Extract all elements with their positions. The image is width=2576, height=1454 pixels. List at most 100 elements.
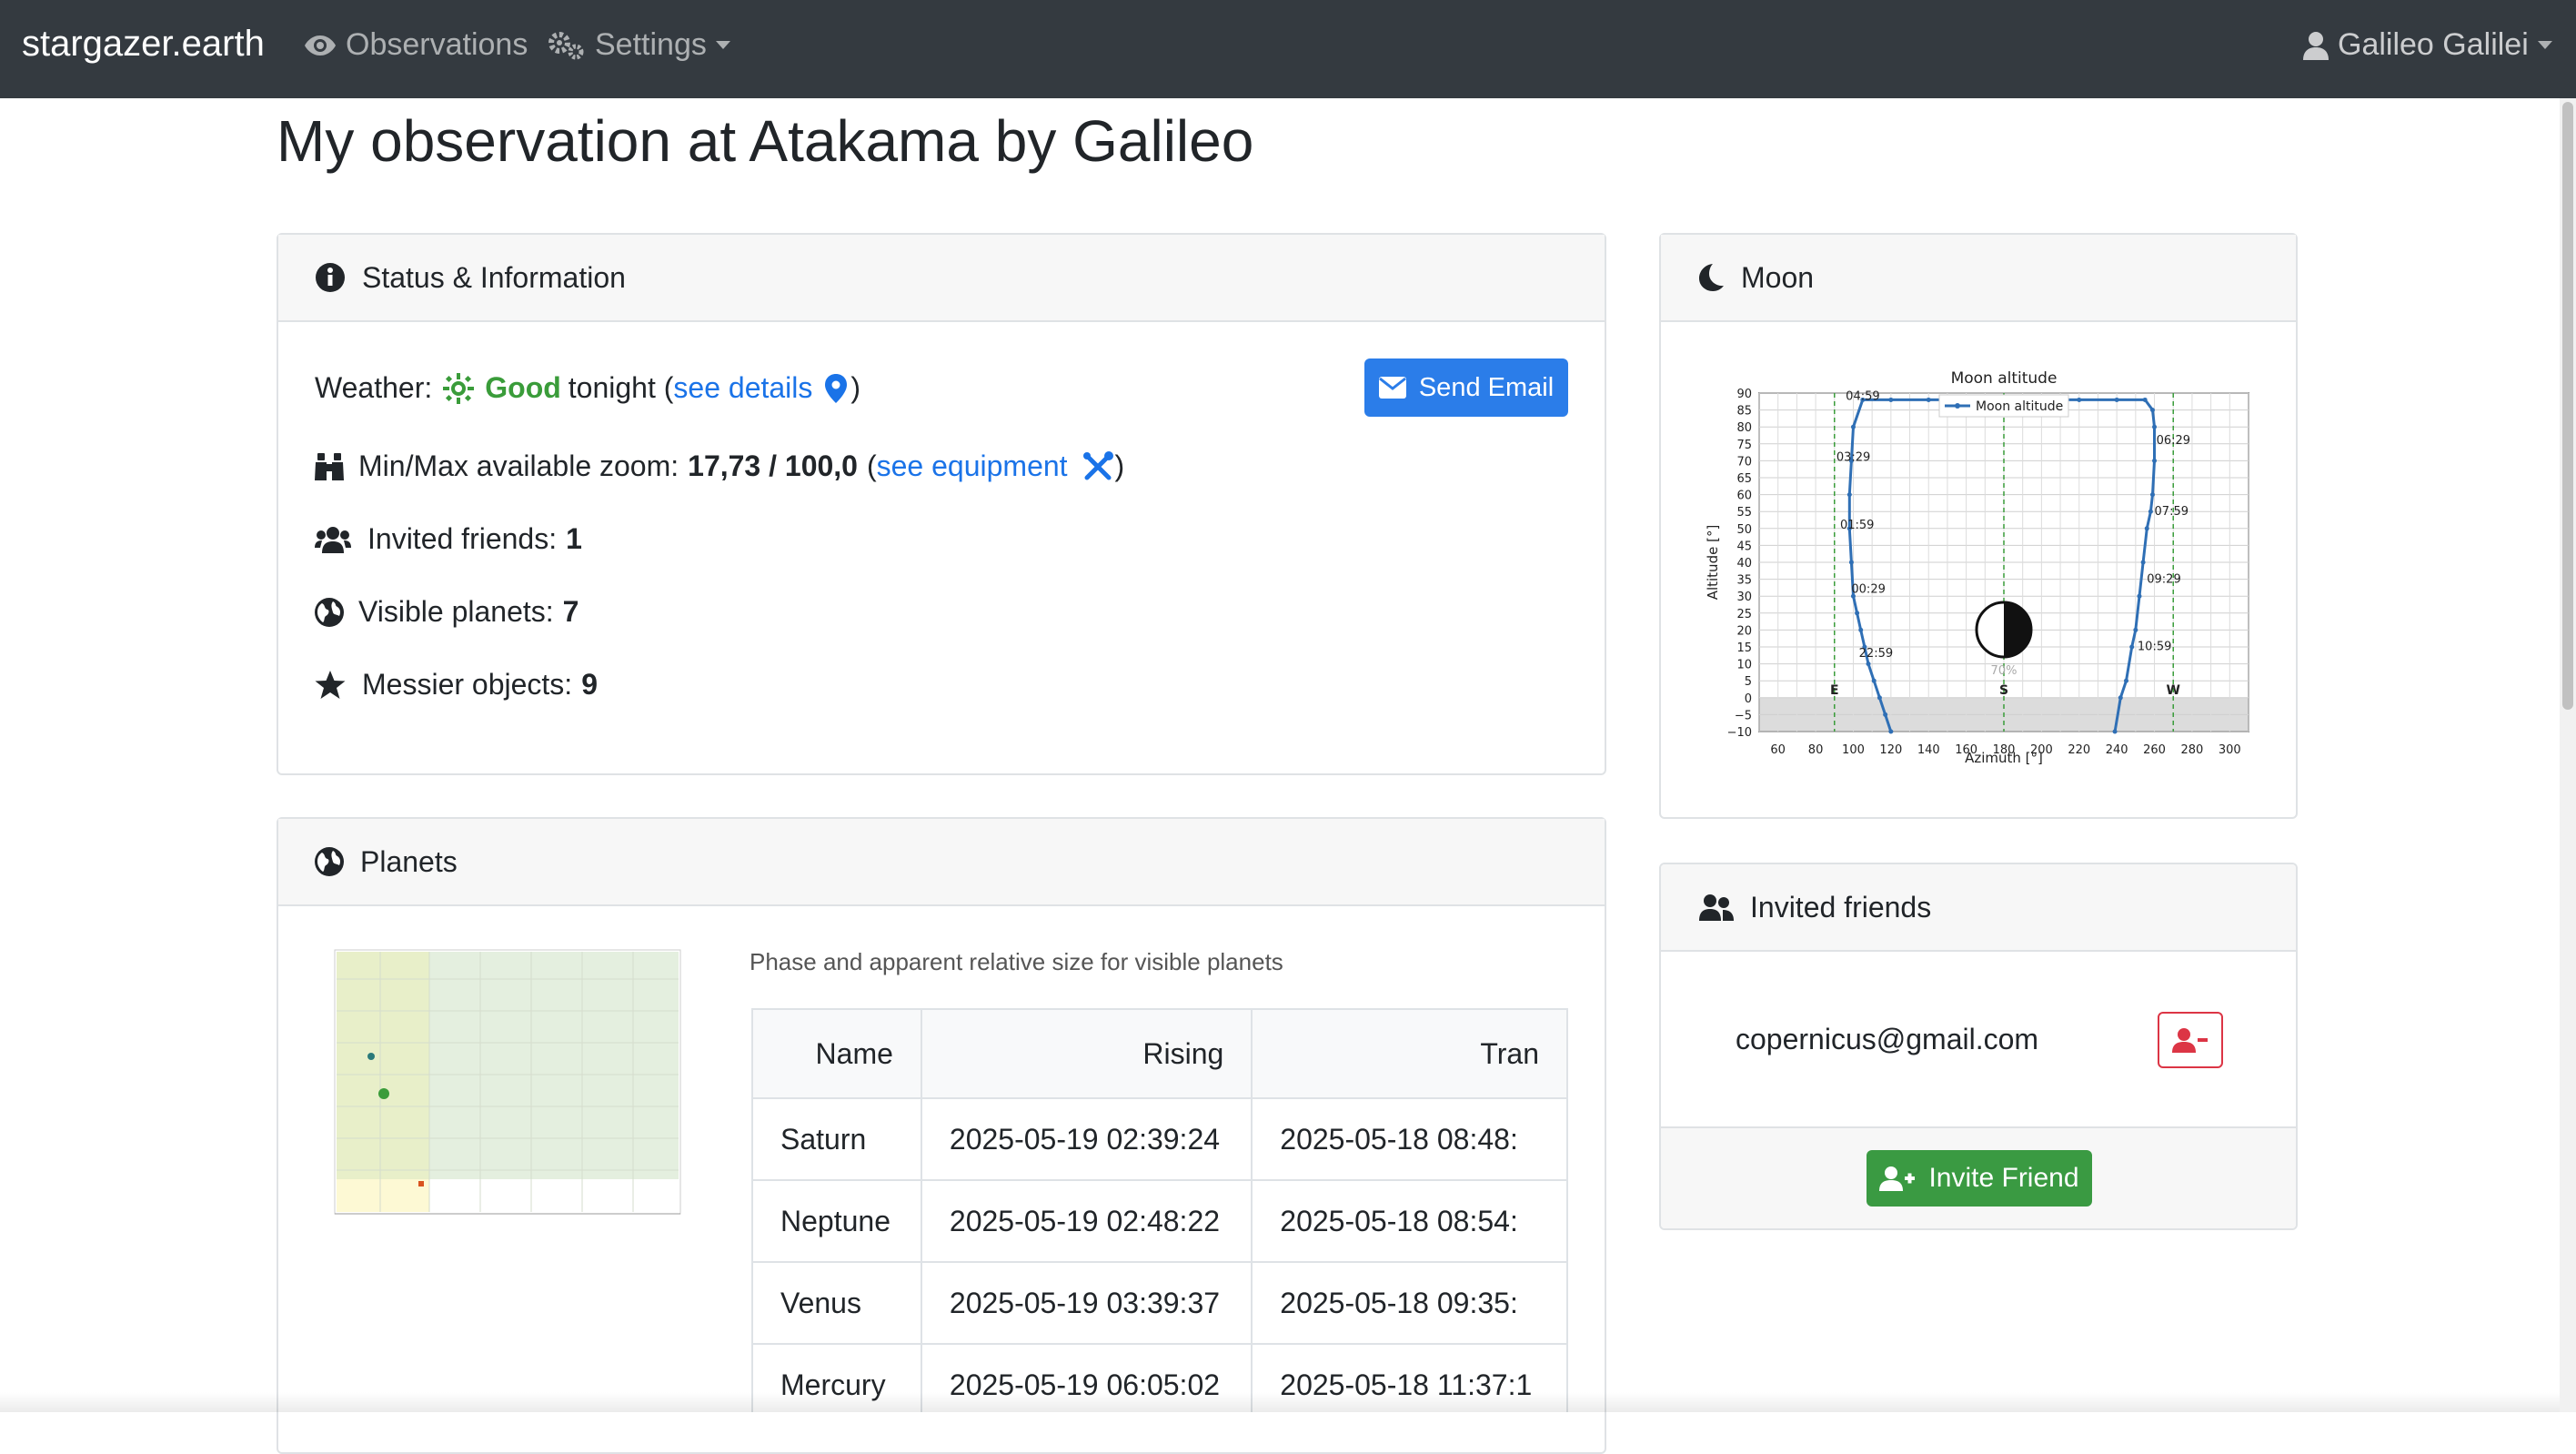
data-point — [2144, 526, 2149, 531]
users-icon — [315, 526, 351, 553]
planet-name: Neptune — [751, 1179, 922, 1263]
chevron-down-icon — [2537, 41, 2552, 49]
data-point — [2114, 397, 2119, 402]
visible-planets-value: 7 — [562, 595, 579, 628]
y-tick-label: 85 — [1736, 405, 1752, 419]
x-tick-label: 60 — [1770, 743, 1786, 757]
planets-card-header: Planets — [278, 819, 1605, 906]
y-tick-label: 15 — [1736, 641, 1752, 655]
x-tick-label: 140 — [1917, 743, 1940, 757]
zoom-value: 17,73 / 100,0 — [688, 449, 858, 482]
planet-name: Venus — [751, 1261, 922, 1345]
envelope-icon — [1378, 377, 1406, 399]
bottom-fade — [0, 1392, 2560, 1412]
map-marker-icon[interactable] — [825, 373, 848, 403]
y-tick-label: 30 — [1736, 591, 1752, 604]
data-point — [1888, 397, 1894, 402]
page-title: My observation at Atakama by Galileo — [277, 108, 1254, 174]
users-icon — [1699, 894, 1734, 921]
scrollbar-thumb[interactable] — [2562, 102, 2573, 710]
time-annotation: 01:59 — [1840, 519, 1874, 532]
y-tick-label: 5 — [1745, 675, 1752, 689]
y-axis-label: Altitude [°] — [1705, 525, 1721, 601]
planets-table-wrapper[interactable]: Name Rising Tran Saturn 2025-05-19 02:39… — [751, 1008, 1568, 1412]
data-point — [1888, 729, 1894, 734]
status-card-header: Status & Information — [278, 235, 1605, 322]
invited-friends-title: Invited friends — [1750, 890, 1932, 924]
data-point — [2152, 458, 2158, 463]
data-point — [1926, 397, 1931, 402]
navbar: stargazer.earth Observations Settings Ga… — [0, 0, 2576, 98]
x-tick-label: 280 — [2181, 743, 2204, 757]
time-annotation: 22:59 — [1859, 647, 1893, 661]
column-header-transit[interactable]: Tran — [1251, 1008, 1568, 1099]
chart-title: Moon altitude — [1951, 369, 2058, 388]
y-tick-label: 80 — [1736, 421, 1752, 435]
y-tick-label: 10 — [1736, 659, 1752, 672]
nav-observations[interactable]: Observations — [304, 27, 528, 63]
data-point — [1846, 492, 1852, 498]
send-email-button[interactable]: Send Email — [1364, 358, 1568, 417]
data-point — [1877, 695, 1882, 701]
planets-card-title: Planets — [360, 844, 458, 878]
cardinal-label: S — [1999, 683, 2008, 698]
eye-icon — [305, 35, 336, 56]
visible-planets-label: Visible planets: — [358, 595, 554, 628]
data-point — [2152, 424, 2158, 429]
invited-friends-header: Invited friends — [1661, 864, 2296, 952]
user-minus-icon — [2172, 1028, 2208, 1053]
column-header-name[interactable]: Name — [751, 1008, 922, 1099]
data-point — [2124, 678, 2128, 683]
planets-caption: Phase and apparent relative size for vis… — [750, 948, 1283, 975]
x-tick-label: 120 — [1879, 743, 1902, 757]
user-menu-dropdown[interactable]: Galileo Galilei — [2303, 27, 2552, 63]
planet-name: Saturn — [751, 1097, 922, 1181]
weather-close-paren: ) — [850, 371, 861, 404]
legend-label: Moon altitude — [1976, 399, 2063, 414]
planet-transit: 2025-05-18 08:54: — [1251, 1179, 1568, 1263]
weather-row: Weather: Good tonight ( see details ) — [315, 371, 860, 405]
data-point — [2142, 397, 2148, 402]
y-tick-label: 70 — [1736, 455, 1752, 469]
info-circle-icon — [316, 263, 345, 292]
data-point — [2133, 627, 2138, 632]
moon-card-header: Moon — [1661, 235, 2296, 322]
equipment-link[interactable]: see equipment — [877, 449, 1068, 483]
weather-details-link[interactable]: see details — [673, 371, 812, 405]
planet-visibility-chart — [334, 949, 681, 1215]
globe-icon — [315, 597, 344, 627]
remove-friend-button[interactable] — [2158, 1012, 2223, 1068]
time-annotation: 10:59 — [2138, 641, 2171, 654]
time-annotation: 04:59 — [1846, 389, 1879, 403]
y-tick-label: 40 — [1736, 557, 1752, 570]
tools-icon[interactable] — [1082, 450, 1113, 482]
column-header-rising[interactable]: Rising — [920, 1008, 1253, 1099]
nav-settings-dropdown[interactable]: Settings — [548, 27, 730, 63]
planet-rising: 2025-05-19 02:48:22 — [920, 1179, 1253, 1263]
x-tick-label: 300 — [2219, 743, 2241, 757]
time-annotation: 03:29 — [1836, 450, 1870, 464]
invite-friend-button[interactable]: Invite Friend — [1867, 1150, 2092, 1207]
nav-observations-label: Observations — [346, 27, 528, 62]
time-annotation: 00:29 — [1851, 582, 1885, 596]
y-tick-label: −10 — [1727, 726, 1752, 740]
y-tick-label: −5 — [1735, 709, 1752, 722]
moon-altitude-line — [1847, 398, 2156, 732]
data-point — [1858, 627, 1864, 632]
data-point — [2129, 644, 2135, 650]
data-point — [2149, 408, 2155, 413]
planet-rising: 2025-05-19 03:39:37 — [920, 1261, 1253, 1345]
messier-label: Messier objects: — [362, 668, 573, 701]
planet-transit: 2025-05-18 09:35: — [1251, 1261, 1568, 1345]
brand-link[interactable]: stargazer.earth — [22, 24, 265, 65]
y-tick-label: 0 — [1745, 692, 1752, 706]
y-tick-label: 65 — [1736, 472, 1752, 486]
friends-row: Invited friends: 1 — [315, 522, 582, 556]
time-annotation: 07:59 — [2155, 505, 2189, 519]
planet-transit: 2025-05-18 08:48: — [1251, 1097, 1568, 1181]
invite-friend-label: Invite Friend — [1928, 1163, 2079, 1193]
messier-value: 9 — [581, 668, 598, 701]
data-point — [2137, 593, 2142, 599]
chevron-down-icon — [715, 41, 730, 49]
table-row: Neptune 2025-05-19 02:48:22 2025-05-18 0… — [751, 1179, 1568, 1263]
